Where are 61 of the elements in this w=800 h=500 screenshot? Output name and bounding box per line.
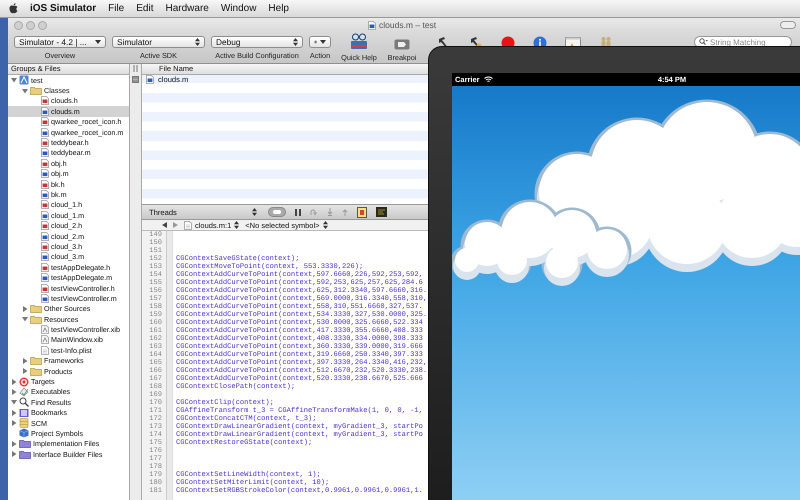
- triangle-right-icon[interactable]: [11, 410, 17, 416]
- search-icon: [19, 397, 29, 408]
- triangle-right-icon[interactable]: [11, 420, 17, 426]
- triangle-right-icon[interactable]: [22, 306, 28, 312]
- breakpoint-icon[interactable]: [394, 39, 410, 50]
- menu-item[interactable]: Window: [220, 3, 256, 14]
- triangle-right-icon[interactable]: [11, 440, 17, 447]
- back-arrow-icon[interactable]: [162, 222, 167, 228]
- wifi-icon: [484, 76, 493, 83]
- book-icon: [19, 408, 29, 418]
- executable-icon: [19, 386, 29, 397]
- gear-icon: [314, 38, 317, 46]
- stepper-arrows-icon: [234, 221, 240, 229]
- menu-item[interactable]: File: [108, 3, 124, 14]
- menu-item[interactable]: Edit: [136, 3, 154, 14]
- window-title: clouds.m – test: [379, 20, 436, 30]
- triangle-right-icon[interactable]: [22, 358, 28, 364]
- target-icon: [19, 376, 29, 387]
- console-icon[interactable]: [376, 207, 387, 217]
- action-button[interactable]: [309, 36, 331, 48]
- stepper-arrows-icon: [252, 208, 257, 216]
- folder-icon: [19, 450, 31, 459]
- triangle-down-icon[interactable]: [11, 77, 17, 84]
- scheme-popup[interactable]: Simulator - 4.2 | ...: [14, 36, 106, 48]
- menu-item[interactable]: Hardware: [165, 3, 209, 14]
- document-icon: [368, 20, 376, 30]
- caret-icon: [320, 40, 326, 44]
- triangle-down-icon[interactable]: [22, 316, 28, 322]
- folder-icon: [19, 439, 31, 448]
- triangle-right-icon[interactable]: [22, 368, 28, 374]
- triangle-right-icon[interactable]: [11, 378, 17, 385]
- menu-item[interactable]: Help: [268, 3, 289, 14]
- folder-icon: [30, 304, 42, 314]
- folder-icon: [30, 366, 42, 376]
- app-menu[interactable]: iOS Simulator: [30, 3, 96, 14]
- column-resize-icon[interactable]: [132, 65, 138, 72]
- pause-icon[interactable]: [295, 208, 301, 216]
- toolbar-toggle-button[interactable]: [780, 21, 796, 29]
- stepper-arrows-icon: [293, 38, 298, 46]
- project-icon: [19, 75, 29, 86]
- folder-icon: [30, 314, 42, 324]
- document-icon: [146, 75, 154, 84]
- triangle-right-icon[interactable]: [11, 451, 17, 458]
- glasses-book-icon[interactable]: [350, 33, 368, 50]
- folder-icon: [30, 86, 42, 96]
- cube-icon: [19, 428, 29, 438]
- database-icon: [19, 418, 29, 428]
- popup-button[interactable]: Simulator: [112, 36, 205, 48]
- folder-icon: [30, 356, 42, 366]
- search-icon: [699, 38, 708, 46]
- popup-button[interactable]: Debug: [211, 36, 303, 48]
- debugger-icon[interactable]: [357, 206, 367, 218]
- caret-icon: [95, 40, 101, 44]
- stepper-arrows-icon: [195, 38, 200, 46]
- apple-logo-icon[interactable]: [9, 3, 18, 14]
- toggle-icon[interactable]: [268, 207, 286, 217]
- forward-arrow-icon[interactable]: [173, 222, 178, 228]
- triangle-down-icon[interactable]: [22, 88, 28, 94]
- triangle-right-icon[interactable]: [11, 388, 17, 395]
- stepper-arrows-icon: [322, 221, 328, 229]
- triangle-down-icon[interactable]: [11, 399, 17, 406]
